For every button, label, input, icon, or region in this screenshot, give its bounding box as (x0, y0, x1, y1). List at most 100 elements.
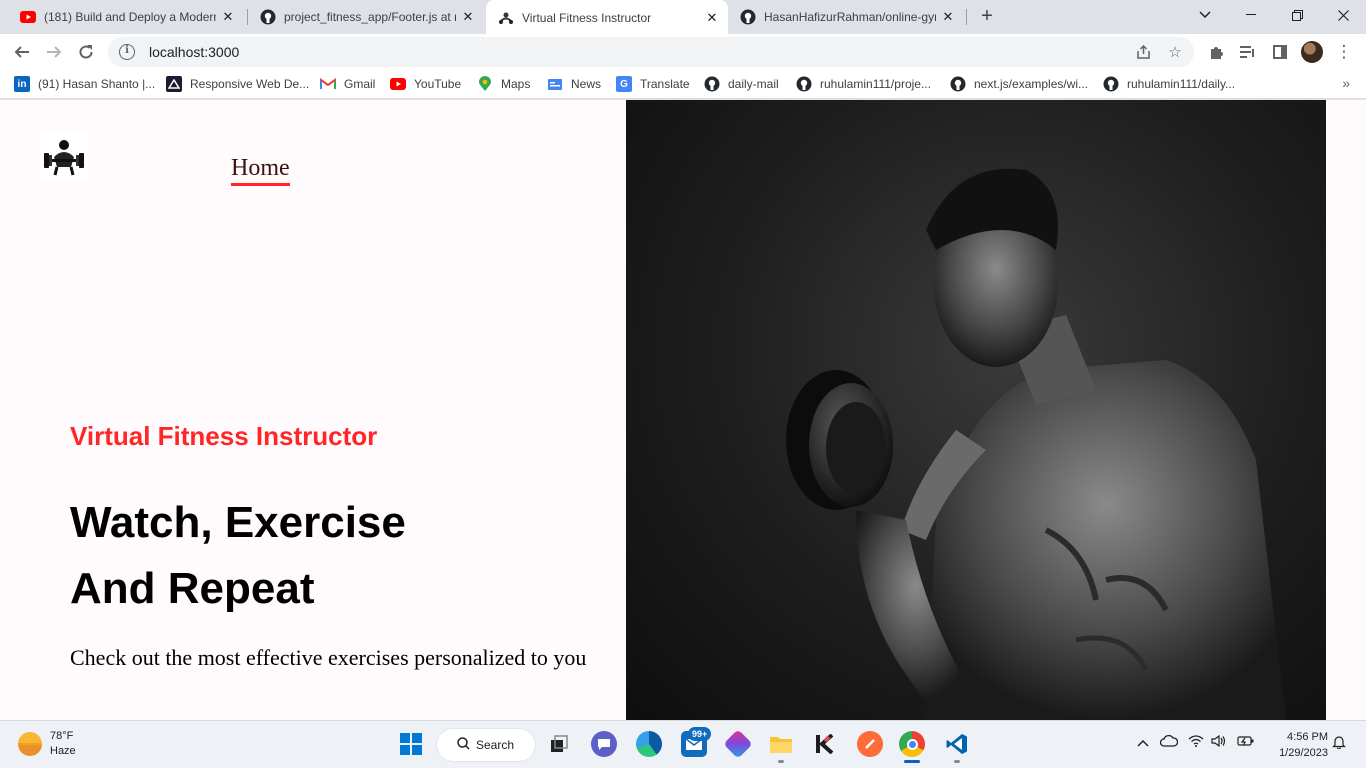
share-icon[interactable] (1130, 39, 1156, 65)
site-info-icon[interactable]: i (119, 44, 135, 60)
address-url: localhost:3000 (149, 44, 240, 60)
tab-github-online-gym[interactable]: HasanHafizurRahman/online-gym ✕ (728, 0, 964, 34)
new-tab-button[interactable]: + (976, 6, 998, 28)
teams-chat-icon[interactable] (591, 731, 617, 757)
volume-icon[interactable] (1211, 734, 1227, 750)
hero-title-line-1: Watch, Exercise (70, 498, 406, 547)
github-icon (740, 9, 756, 25)
profile-avatar[interactable] (1301, 41, 1323, 63)
bookmark-nextjs-examples[interactable]: next.js/examples/wi... (950, 75, 1088, 93)
vscode-icon[interactable] (944, 731, 970, 757)
nav-home-link[interactable]: Home (231, 155, 290, 186)
bookmark-label: Responsive Web De... (190, 77, 310, 91)
linkedin-icon: in (14, 76, 30, 92)
clock-time: 4:56 PM (1287, 731, 1328, 743)
forward-button[interactable] (40, 38, 68, 66)
minimize-button[interactable] (1228, 0, 1274, 30)
close-tab-icon[interactable]: ✕ (704, 10, 720, 26)
bodybuilder-illustration (786, 168, 1286, 720)
bookmark-label: YouTube (414, 77, 462, 91)
bookmark-ruhulamin-daily[interactable]: ruhulamin111/daily... (1103, 75, 1235, 93)
hero-subtitle: Virtual Fitness Instructor (70, 421, 378, 451)
kotlin-app-icon[interactable] (812, 731, 838, 757)
restore-button[interactable] (1274, 0, 1320, 30)
bookmark-linkedin[interactable]: in (91) Hasan Shanto |... (14, 75, 155, 93)
close-window-button[interactable] (1320, 0, 1366, 30)
taskbar-search[interactable]: Search (437, 729, 535, 761)
bookmark-gmail[interactable]: Gmail (320, 75, 375, 93)
postman-icon[interactable] (857, 731, 883, 757)
chrome-browser-icon[interactable] (899, 731, 925, 757)
bookmark-star-icon[interactable]: ☆ (1162, 39, 1188, 65)
bookmark-translate[interactable]: G Translate (616, 75, 690, 93)
notification-bell-icon[interactable] (1332, 735, 1346, 752)
close-tab-icon[interactable]: ✕ (460, 9, 476, 25)
tab-title: (181) Build and Deploy a Modern (44, 10, 216, 24)
haze-weather-icon (18, 732, 42, 756)
bookmark-label: (91) Hasan Shanto |... (38, 77, 156, 91)
extensions-icon[interactable] (1202, 38, 1230, 66)
weather-condition: Haze (50, 745, 76, 757)
gym-logo[interactable] (40, 133, 88, 181)
responsive-web-icon (166, 76, 182, 92)
system-clock[interactable]: 4:56 PM 1/29/2023 (1266, 729, 1328, 761)
windows-taskbar: 78°F Haze Search 99+ 4:56 PM 1/29/2023 (0, 720, 1366, 768)
bookmark-label: next.js/examples/wi... (974, 77, 1089, 91)
active-app-indicator (904, 760, 920, 763)
close-tab-icon[interactable]: ✕ (220, 9, 236, 25)
task-view-icon[interactable] (546, 731, 572, 757)
show-hidden-icons-chevron[interactable] (1137, 735, 1149, 750)
github-icon (260, 9, 276, 25)
clock-date: 1/29/2023 (1279, 747, 1328, 759)
tab-title: HasanHafizurRahman/online-gym (764, 10, 936, 24)
address-bar[interactable]: i localhost:3000 ☆ (108, 37, 1194, 67)
windows-start-icon[interactable] (398, 731, 424, 757)
bookmark-youtube[interactable]: YouTube (390, 75, 461, 93)
side-panel-icon[interactable] (1266, 38, 1294, 66)
onedrive-cloud-icon[interactable] (1159, 734, 1179, 750)
running-indicator (954, 760, 960, 763)
bookmarks-bar: in (91) Hasan Shanto |... Responsive Web… (0, 70, 1366, 99)
reload-button[interactable] (72, 38, 100, 66)
news-icon (547, 76, 563, 92)
battery-icon[interactable] (1237, 735, 1255, 750)
github-icon (704, 76, 720, 92)
edge-browser-icon[interactable] (636, 731, 662, 757)
bookmark-maps[interactable]: Maps (477, 75, 530, 93)
bookmark-news[interactable]: News (547, 75, 601, 93)
file-explorer-icon[interactable] (768, 731, 794, 757)
tab-search-chevron-icon[interactable] (1182, 0, 1228, 30)
reading-list-icon[interactable] (1234, 38, 1262, 66)
gym-logo-icon (498, 10, 514, 26)
tab-strip: (181) Build and Deploy a Modern ✕ projec… (0, 0, 1366, 35)
maps-icon (477, 76, 493, 92)
bookmark-label: Maps (501, 77, 531, 91)
close-tab-icon[interactable]: ✕ (940, 9, 956, 25)
browser-toolbar: i localhost:3000 ☆ ⋮ (0, 34, 1366, 70)
weather-widget[interactable]: 78°F Haze (18, 729, 76, 759)
weather-temperature: 78°F (50, 730, 74, 742)
back-button[interactable] (8, 38, 36, 66)
bookmark-label: ruhulamin111/daily... (1127, 77, 1236, 91)
translate-icon: G (616, 76, 632, 92)
bookmarks-overflow-icon[interactable]: » (1342, 75, 1350, 91)
github-icon (950, 76, 966, 92)
bookmark-ruhulamin-proje[interactable]: ruhulamin111/proje... (796, 75, 931, 93)
wifi-icon[interactable] (1188, 735, 1204, 750)
bookmark-label: ruhulamin111/proje... (820, 77, 931, 91)
bookmark-label: Gmail (344, 77, 376, 91)
hero-title: Watch, Exercise And Repeat (70, 490, 610, 622)
more-menu-icon[interactable]: ⋮ (1330, 38, 1358, 66)
search-label: Search (476, 738, 515, 752)
copilot-icon[interactable] (723, 729, 753, 759)
tab-virtual-fitness[interactable]: Virtual Fitness Instructor ✕ (486, 0, 728, 35)
bookmark-daily-mail[interactable]: daily-mail (704, 75, 779, 93)
bookmark-responsive-web[interactable]: Responsive Web De... (166, 75, 309, 93)
github-icon (1103, 76, 1119, 92)
hero-description: Check out the most effective exercises p… (70, 645, 587, 670)
youtube-icon (20, 9, 36, 25)
tab-github-footer[interactable]: project_fitness_app/Footer.js at m ✕ (248, 0, 484, 34)
tab-youtube[interactable]: (181) Build and Deploy a Modern ✕ (8, 0, 244, 34)
gmail-icon (320, 76, 336, 92)
bookmark-label: daily-mail (728, 77, 779, 91)
